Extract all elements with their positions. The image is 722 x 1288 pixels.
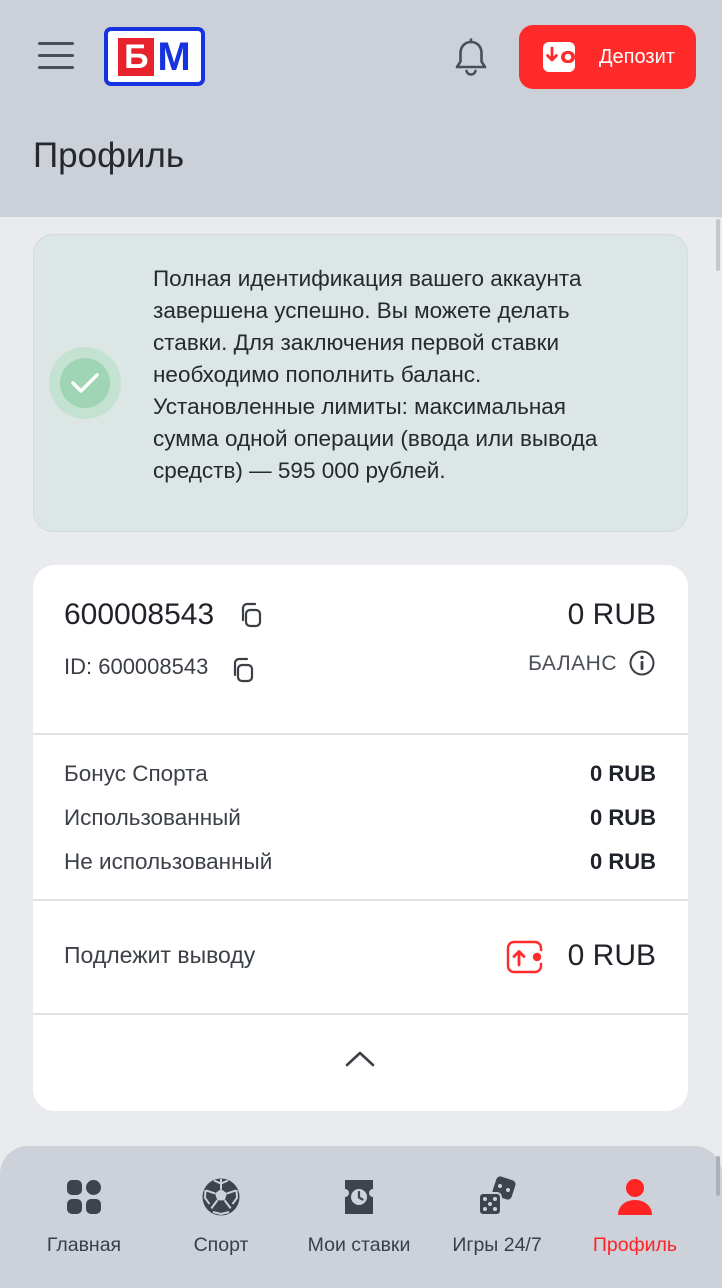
balance-label: БАЛАНС	[528, 652, 617, 675]
divider	[33, 1013, 688, 1015]
hamburger-menu-icon[interactable]	[38, 42, 74, 72]
copy-id-icon[interactable]	[230, 656, 256, 684]
nav-label: Профиль	[592, 1234, 678, 1256]
bet-ticket-icon	[345, 1180, 373, 1214]
nav-item-sport[interactable]: Спорт	[149, 1146, 293, 1288]
withdrawable-value: 0 RUB	[567, 939, 656, 972]
nav-label: Главная	[46, 1234, 122, 1256]
home-grid-icon	[67, 1180, 101, 1214]
deposit-button[interactable]: Депозит	[519, 25, 696, 89]
notice-line: Установленные лимиты: максимальная	[153, 394, 566, 419]
bonus-unused-label: Не использованный	[64, 849, 273, 874]
notice-line: средств) — 595 000 рублей.	[153, 458, 446, 483]
dice-icon	[478, 1176, 516, 1216]
scrollbar-thumb[interactable]	[716, 219, 720, 271]
bottom-navigation: Главная Спорт Мои ставки Игры 24/7 Профи…	[0, 1146, 722, 1288]
brand-logo[interactable]: Б М	[104, 27, 205, 86]
nav-label: Мои ставки	[307, 1234, 411, 1256]
success-check-badge	[49, 347, 121, 419]
divider	[33, 899, 688, 901]
user-icon	[618, 1179, 652, 1215]
notice-line: Полная идентификация вашего аккаунта	[153, 266, 582, 291]
soccer-ball-icon	[202, 1178, 240, 1216]
logo-letter-m: М	[157, 34, 191, 79]
check-icon	[71, 373, 99, 393]
bell-icon[interactable]	[452, 38, 490, 78]
divider	[33, 733, 688, 735]
notice-line: необходимо пополнить баланс.	[153, 362, 482, 387]
verification-notice: Полная идентификация вашего аккаунта зав…	[33, 234, 688, 532]
nav-label: Игры 24/7	[452, 1234, 542, 1256]
withdrawable-label: Подлежит выводу	[64, 942, 256, 968]
nav-scrollbar	[716, 1156, 720, 1196]
bonus-used-value: 0 RUB	[589, 805, 656, 830]
account-number: 600008543	[64, 598, 215, 631]
info-icon[interactable]	[628, 649, 656, 677]
nav-item-home[interactable]: Главная	[12, 1146, 156, 1288]
wallet-download-icon	[543, 42, 575, 72]
account-card: 600008543 0 RUB ID: 600008543 БАЛАНС Бон…	[33, 565, 688, 1111]
nav-label: Спорт	[193, 1234, 249, 1256]
chevron-up-icon[interactable]	[343, 1049, 377, 1069]
nav-item-profile[interactable]: Профиль	[563, 1146, 707, 1288]
bonus-sport-value: 0 RUB	[589, 761, 656, 786]
notice-line: ставки. Для заключения первой ставки	[153, 330, 560, 355]
logo-letter-b: Б	[118, 37, 155, 76]
balance-value: 0 RUB	[567, 598, 656, 631]
withdraw-wallet-icon	[506, 940, 546, 974]
deposit-label: Депозит	[599, 45, 675, 68]
bonus-used-label: Использованный	[64, 805, 241, 830]
notice-message: Полная идентификация вашего аккаунта зав…	[153, 263, 673, 487]
copy-icon[interactable]	[238, 601, 264, 629]
notice-line: завершена успешно. Вы можете делать	[153, 298, 570, 323]
notice-line: сумма одной операции (ввода или вывода	[153, 426, 598, 451]
bonus-unused-value: 0 RUB	[589, 849, 656, 874]
page-title: Профиль	[33, 136, 185, 175]
top-bar: Б М Депозит Профиль	[0, 0, 722, 217]
nav-item-my-bets[interactable]: Мои ставки	[287, 1146, 431, 1288]
bonus-sport-label: Бонус Спорта	[64, 761, 208, 786]
account-id: ID: 600008543	[64, 654, 209, 679]
nav-item-games[interactable]: Игры 24/7	[425, 1146, 569, 1288]
